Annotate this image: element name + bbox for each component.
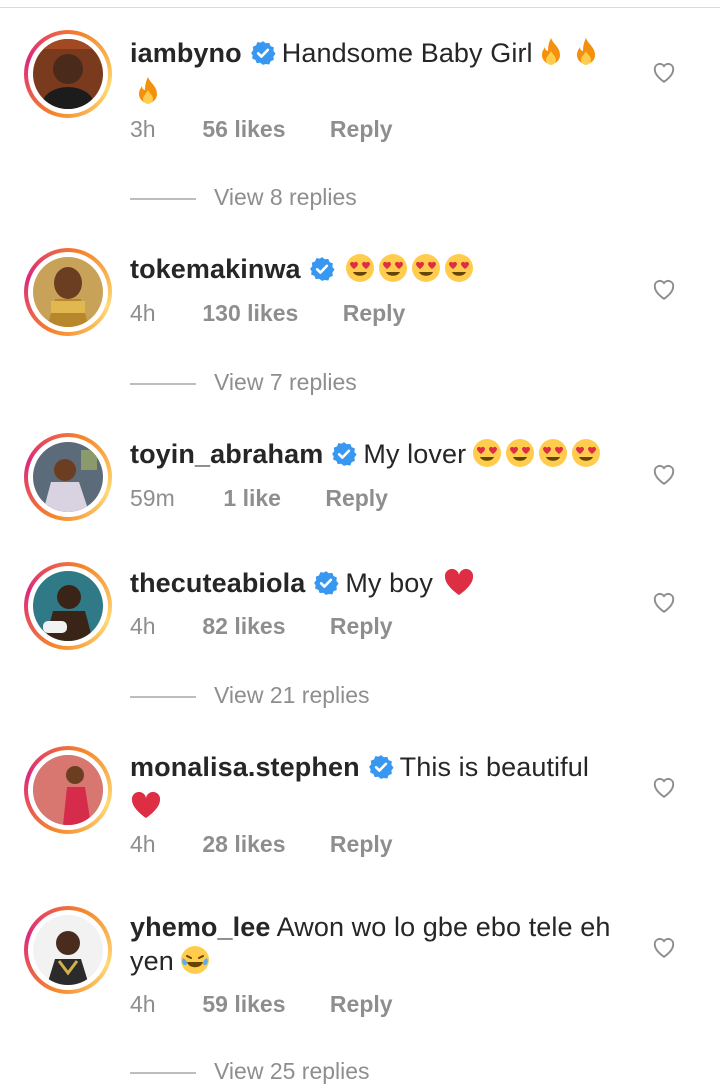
red-heart-icon	[443, 567, 475, 605]
verified-badge-icon	[309, 256, 335, 290]
like-heart-icon[interactable]	[651, 59, 677, 85]
comment-time: 4h	[130, 831, 156, 857]
comment-text: This is beautiful	[399, 752, 589, 782]
replies-divider	[130, 1072, 196, 1074]
username[interactable]: thecuteabiola	[130, 568, 305, 598]
avatar[interactable]	[24, 746, 112, 834]
replies-divider	[130, 383, 196, 385]
username[interactable]: monalisa.stephen	[130, 752, 360, 782]
verified-badge-icon	[331, 441, 357, 475]
like-heart-icon[interactable]	[651, 461, 677, 487]
heart-eyes-icon	[378, 253, 408, 291]
verified-badge-icon	[313, 570, 339, 604]
tears-of-joy-icon	[180, 945, 210, 983]
comment-time: 3h	[130, 116, 156, 142]
likes-count[interactable]: 130 likes	[202, 300, 298, 327]
red-heart-icon	[130, 790, 162, 828]
heart-eyes-icon	[571, 438, 601, 476]
likes-count[interactable]: 82 likes	[202, 613, 285, 640]
heart-eyes-icon	[345, 253, 375, 291]
heart-eyes-icon	[472, 438, 502, 476]
reply-button[interactable]: Reply	[343, 300, 406, 327]
replies-divider	[130, 198, 196, 200]
verified-badge-icon	[368, 754, 394, 788]
reply-button[interactable]: Reply	[330, 831, 393, 858]
fire-icon	[537, 37, 565, 75]
likes-count[interactable]: 59 likes	[202, 991, 285, 1018]
view-replies-button[interactable]: View 7 replies	[130, 369, 357, 399]
username[interactable]: tokemakinwa	[130, 254, 301, 284]
avatar[interactable]	[24, 562, 112, 650]
comment-time: 59m	[130, 485, 175, 511]
avatar[interactable]	[24, 248, 112, 336]
likes-count[interactable]: 1 like	[223, 485, 281, 512]
like-heart-icon[interactable]	[651, 774, 677, 800]
view-replies-button[interactable]: View 21 replies	[130, 682, 370, 712]
username[interactable]: iambyno	[130, 38, 242, 68]
replies-divider	[130, 696, 196, 698]
avatar[interactable]	[24, 906, 112, 994]
view-replies-button[interactable]: View 8 replies	[130, 184, 357, 214]
top-divider	[0, 7, 720, 8]
likes-count[interactable]: 28 likes	[202, 831, 285, 858]
reply-button[interactable]: Reply	[325, 485, 388, 512]
fire-icon	[134, 76, 162, 114]
comment-time: 4h	[130, 613, 156, 639]
reply-button[interactable]: Reply	[330, 613, 393, 640]
verified-badge-icon	[250, 40, 276, 74]
fire-icon	[572, 37, 600, 75]
heart-eyes-icon	[444, 253, 474, 291]
view-replies-label: View 25 replies	[214, 1058, 370, 1084]
comment-text: Handsome Baby Girl	[281, 38, 533, 68]
heart-eyes-icon	[505, 438, 535, 476]
like-heart-icon[interactable]	[651, 934, 677, 960]
view-replies-label: View 7 replies	[214, 369, 357, 395]
view-replies-label: View 21 replies	[214, 682, 370, 708]
like-heart-icon[interactable]	[651, 276, 677, 302]
comment-time: 4h	[130, 991, 156, 1017]
username[interactable]: toyin_abraham	[130, 439, 323, 469]
avatar[interactable]	[24, 433, 112, 521]
view-replies-button[interactable]: View 25 replies	[130, 1058, 370, 1088]
reply-button[interactable]: Reply	[330, 991, 393, 1018]
heart-eyes-icon	[538, 438, 568, 476]
view-replies-label: View 8 replies	[214, 184, 357, 210]
avatar[interactable]	[24, 30, 112, 118]
comment-text: My lover	[363, 439, 467, 469]
comment-time: 4h	[130, 300, 156, 326]
username[interactable]: yhemo_lee	[130, 912, 270, 942]
comment-text: My boy	[345, 568, 433, 598]
like-heart-icon[interactable]	[651, 589, 677, 615]
reply-button[interactable]: Reply	[330, 116, 393, 143]
heart-eyes-icon	[411, 253, 441, 291]
likes-count[interactable]: 56 likes	[202, 116, 285, 143]
